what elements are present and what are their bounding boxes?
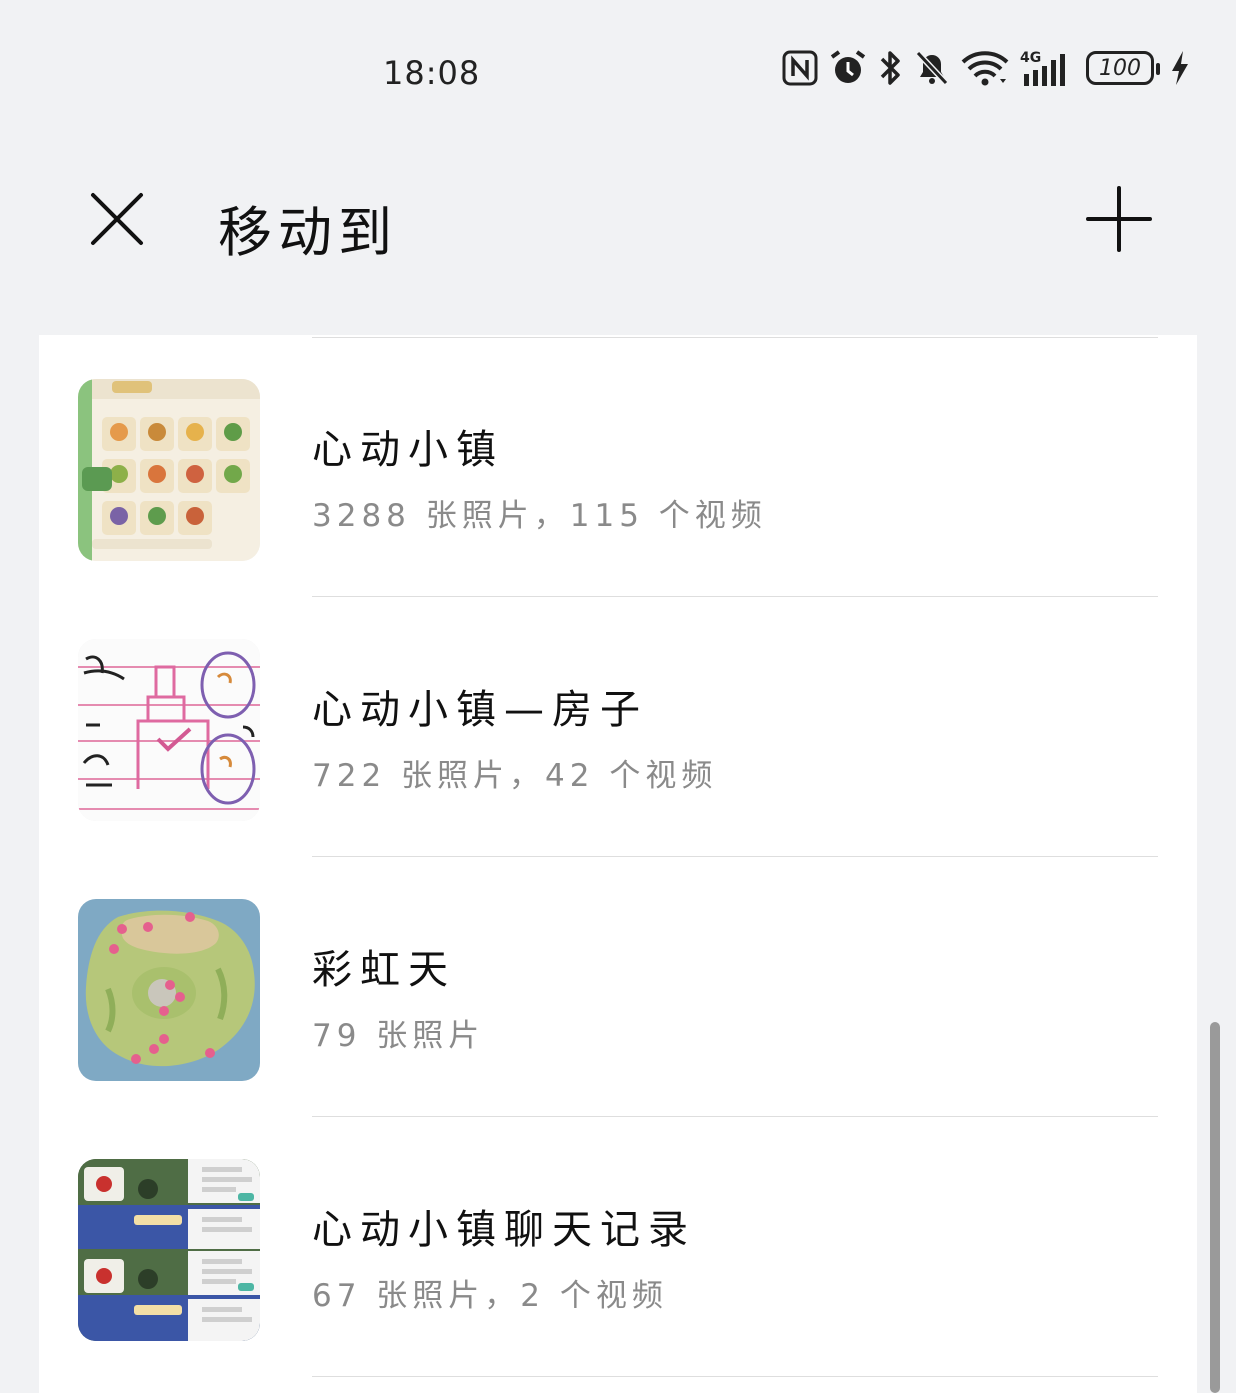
status-icons: 4G 100 xyxy=(782,44,1190,92)
album-name: 心动小镇—房子 xyxy=(312,687,648,733)
album-thumbnail xyxy=(78,379,260,561)
add-album-button[interactable] xyxy=(1080,180,1158,258)
alarm-icon xyxy=(828,49,868,87)
album-item-xindong-town-house[interactable]: 心动小镇—房子 722 张照片，42 个视频 xyxy=(39,597,1197,857)
album-item-xindong-chat-records[interactable]: 心动小镇聊天记录 67 张照片，2 个视频 xyxy=(39,1117,1197,1377)
charging-icon xyxy=(1170,49,1190,87)
album-thumbnail xyxy=(78,1159,260,1341)
album-item-rainbow-sky[interactable]: 彩虹天 79 张照片 xyxy=(39,857,1197,1117)
album-name: 彩虹天 xyxy=(312,947,456,993)
album-item-xindong-town[interactable]: 心动小镇 3288 张照片，115 个视频 xyxy=(39,337,1197,597)
album-thumbnail xyxy=(78,899,260,1081)
nfc-icon xyxy=(782,50,818,86)
page-title: 移动到 xyxy=(218,201,398,264)
album-list: 心动小镇 3288 张照片，115 个视频 心动小镇—房子 722 张照片，42… xyxy=(39,335,1197,1393)
album-count: 3288 张照片，115 个视频 xyxy=(312,498,767,534)
signal-4g-icon: 4G xyxy=(1020,48,1076,88)
status-time: 18:08 xyxy=(383,54,481,92)
album-count: 722 张照片，42 个视频 xyxy=(312,758,718,794)
plus-icon xyxy=(1086,186,1152,252)
scrollbar[interactable] xyxy=(1210,1022,1220,1393)
mute-bell-icon xyxy=(914,49,950,87)
svg-text:4G: 4G xyxy=(1020,50,1041,66)
album-name: 心动小镇 xyxy=(312,427,504,473)
album-name: 心动小镇聊天记录 xyxy=(312,1207,696,1253)
bluetooth-icon xyxy=(878,49,904,87)
close-button[interactable] xyxy=(80,182,154,256)
battery-icon: 100 xyxy=(1086,51,1160,85)
album-thumbnail xyxy=(78,639,260,821)
close-icon xyxy=(91,193,143,245)
wifi-icon xyxy=(960,49,1010,87)
album-count: 79 张照片 xyxy=(312,1018,485,1054)
divider xyxy=(312,1376,1158,1377)
album-count: 67 张照片，2 个视频 xyxy=(312,1278,668,1314)
